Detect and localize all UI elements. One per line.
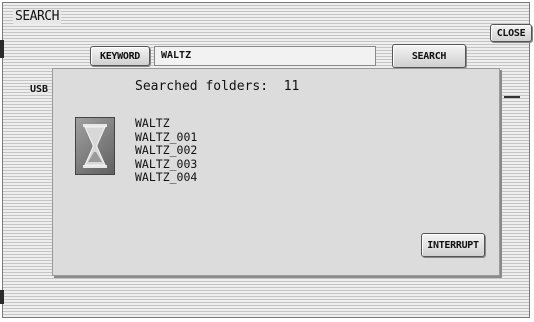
close-button[interactable]: CLOSE	[490, 24, 532, 42]
usb-tab[interactable]: USB	[30, 84, 49, 95]
window-title: SEARCH	[13, 9, 61, 24]
search-progress-dialog: Searched folders: 11 WALTZ WALTZ_001 WAL…	[52, 68, 500, 276]
keyword-input[interactable]: WALTZ	[154, 46, 376, 66]
result-item[interactable]: WALTZ_004	[135, 170, 197, 185]
searched-folders-count: 11	[283, 79, 300, 94]
frame-edge-marker	[0, 290, 4, 304]
keyword-button[interactable]: KEYWORD	[90, 46, 150, 66]
search-button[interactable]: SEARCH	[392, 44, 466, 68]
result-item[interactable]: WALTZ_003	[135, 157, 197, 172]
divider	[504, 96, 520, 98]
searched-folders-status: Searched folders: 11	[135, 79, 299, 94]
result-item[interactable]: WALTZ	[135, 116, 197, 131]
frame-edge-marker	[0, 40, 4, 58]
interrupt-button[interactable]: INTERRUPT	[421, 233, 485, 257]
hourglass-graphic	[83, 124, 107, 168]
searched-folders-label: Searched folders:	[135, 79, 269, 94]
hourglass-icon	[75, 117, 115, 175]
search-results-list: WALTZ WALTZ_001 WALTZ_002 WALTZ_003 WALT…	[135, 116, 197, 185]
result-item[interactable]: WALTZ_002	[135, 143, 197, 158]
result-item[interactable]: WALTZ_001	[135, 130, 197, 145]
